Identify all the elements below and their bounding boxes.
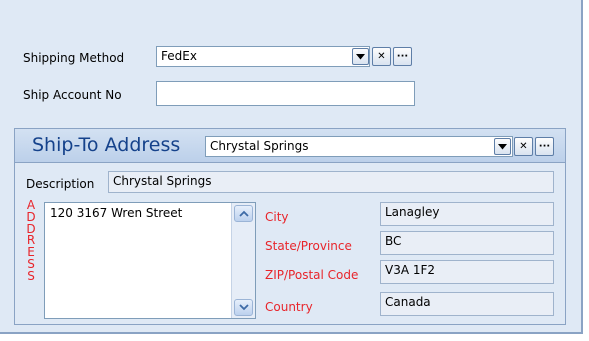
city-value: Lanagley: [385, 205, 440, 219]
shipping-panel: Shipping Method FedEx ✕ ··· Ship Account…: [0, 0, 583, 334]
shipping-method-dropdown-button[interactable]: [352, 48, 369, 65]
address-letter: S: [27, 268, 35, 283]
address-vertical-label: A D D R E S S: [25, 199, 37, 283]
chevron-down-icon: [238, 304, 249, 311]
address-scrollbar[interactable]: [231, 203, 255, 318]
close-icon: ✕: [519, 140, 528, 152]
ship-account-input[interactable]: [156, 81, 415, 106]
ship-to-combo[interactable]: Chrystal Springs: [205, 136, 513, 157]
address-textarea[interactable]: 120 3167 Wren Street: [44, 202, 256, 319]
chevron-down-icon: [356, 53, 365, 59]
state-label: State/Province: [265, 239, 352, 253]
description-label: Description: [26, 177, 95, 191]
chevron-up-icon: [238, 210, 249, 217]
shipping-method-more-button[interactable]: ···: [393, 47, 412, 66]
ship-to-more-button[interactable]: ···: [535, 137, 554, 156]
country-field[interactable]: Canada: [380, 292, 554, 316]
city-field[interactable]: Lanagley: [380, 202, 554, 226]
zip-field[interactable]: V3A 1F2: [380, 260, 554, 284]
scroll-up-button[interactable]: [234, 205, 253, 222]
ship-to-clear-button[interactable]: ✕: [514, 137, 533, 156]
country-value: Canada: [385, 295, 431, 309]
address-value: 120 3167 Wren Street: [50, 206, 183, 220]
ship-to-selected-value: Chrystal Springs: [210, 139, 309, 153]
description-value: Chrystal Springs: [113, 174, 212, 188]
description-field[interactable]: Chrystal Springs: [108, 171, 554, 193]
ellipsis-icon: ···: [538, 140, 551, 152]
city-label: City: [265, 210, 289, 224]
scroll-down-button[interactable]: [234, 299, 253, 316]
zip-label: ZIP/Postal Code: [265, 268, 359, 282]
shipping-method-label: Shipping Method: [23, 51, 125, 65]
state-field[interactable]: BC: [380, 231, 554, 255]
close-icon: ✕: [377, 50, 386, 62]
country-label: Country: [265, 300, 313, 314]
shipping-method-combo[interactable]: FedEx: [156, 46, 370, 67]
ship-account-label: Ship Account No: [23, 88, 122, 102]
state-value: BC: [385, 234, 402, 248]
ellipsis-icon: ···: [396, 50, 409, 62]
zip-value: V3A 1F2: [385, 263, 436, 277]
ship-to-dropdown-button[interactable]: [494, 138, 511, 155]
shipping-method-clear-button[interactable]: ✕: [372, 47, 391, 66]
ship-to-title: Ship-To Address: [32, 134, 181, 156]
chevron-down-icon: [498, 143, 507, 149]
shipping-method-value: FedEx: [161, 49, 197, 63]
